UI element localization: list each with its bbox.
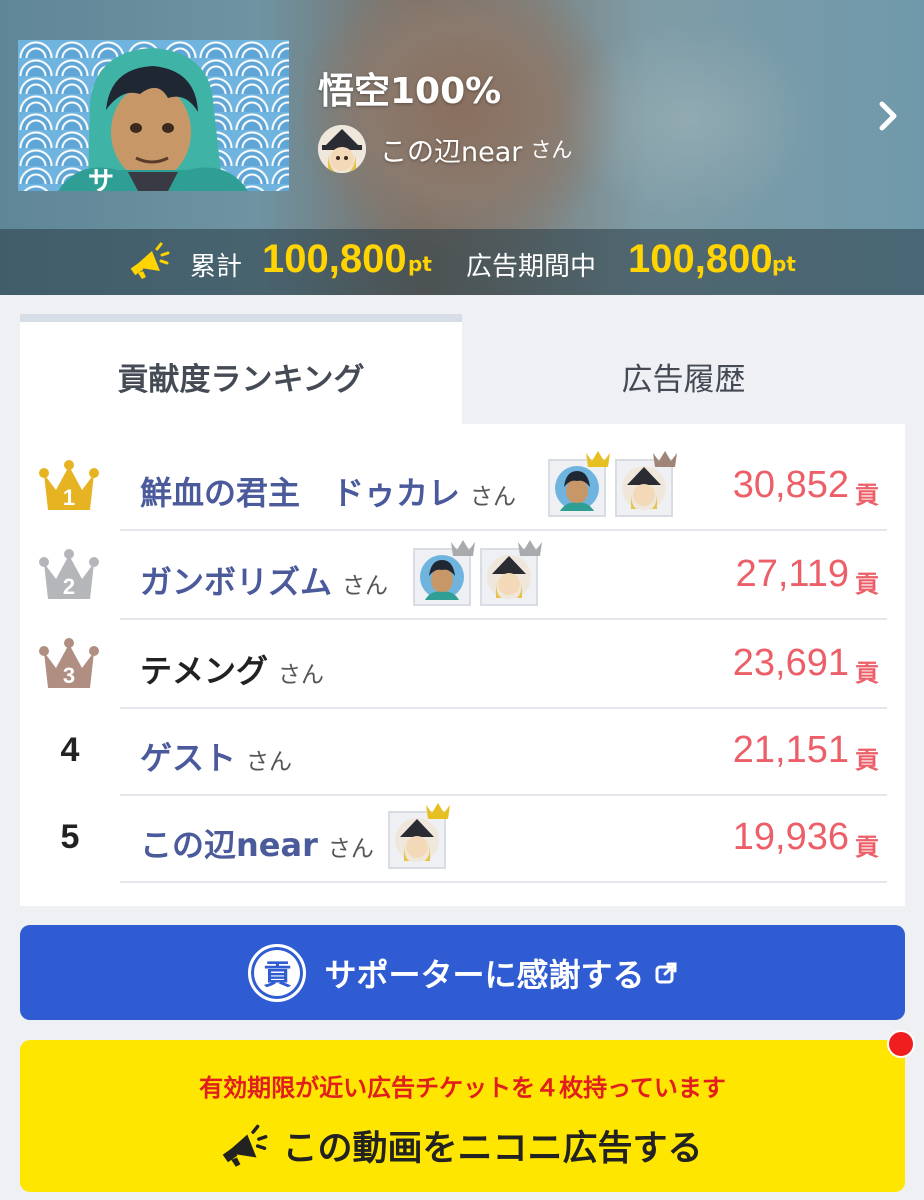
ranking-row[interactable]: 2 ガンボリズム さん 27,119 貢 xyxy=(20,533,905,620)
total-label: 累計 xyxy=(190,252,243,282)
supporter-name[interactable]: この辺near さん xyxy=(140,820,374,866)
tab-label: 貢献度ランキング xyxy=(117,362,365,398)
supporter-name[interactable]: 鮮血の君主 ドゥカレ さん xyxy=(140,468,516,514)
total-unit: pt xyxy=(408,252,432,276)
gold-crown-icon xyxy=(586,451,610,467)
badge-avatar-goku xyxy=(420,555,464,600)
video-title[interactable]: 悟空100% xyxy=(318,62,501,114)
ranking-row[interactable]: 1 鮮血の君主 ドゥカレ さん 30,852 貢 xyxy=(20,444,905,531)
owner-avatar[interactable] xyxy=(318,125,366,173)
megaphone-icon xyxy=(130,242,170,279)
svg-text:サ: サ xyxy=(88,167,114,191)
supporter-name-text[interactable]: 鮮血の君主 ドゥカレ xyxy=(140,474,460,512)
tab-label: 広告履歴 xyxy=(621,362,746,398)
supporter-name-text[interactable]: ゲスト xyxy=(140,739,236,777)
ticket-expiry-notice: 有効期限が近い広告チケットを４枚持っています xyxy=(199,1074,726,1102)
contribution-unit: 貢 xyxy=(855,659,879,687)
row-divider xyxy=(120,618,887,620)
rank-number: 5 xyxy=(60,818,80,856)
rank-number: 1 xyxy=(63,485,75,510)
supporter-name-text[interactable]: ガンボリズム xyxy=(140,563,332,601)
badge-avatar-witch xyxy=(622,466,666,510)
gold-crown-icon xyxy=(426,803,450,819)
supporter-badge-goku[interactable] xyxy=(413,540,475,606)
thank-button-label: サポーターに感謝する xyxy=(324,955,645,994)
nicoad-button[interactable]: 有効期限が近い広告チケットを４枚持っています この動画をニコニ広告する xyxy=(20,1040,905,1192)
silver-crown-icon xyxy=(518,540,542,556)
ad-stats-bar: 累計 100,800 pt 広告期間中 100,800 pt xyxy=(0,229,924,295)
ranking-row[interactable]: 5 この辺near さん 19,936 貢 xyxy=(20,796,905,883)
supporter-name-text: テメング xyxy=(140,652,269,690)
contribution-unit: 貢 xyxy=(855,746,879,774)
honorific: さん xyxy=(246,749,293,775)
silver-crown-icon: 2 xyxy=(39,549,99,599)
rank-number: 3 xyxy=(63,663,75,688)
owner-row[interactable]: この辺near さん xyxy=(318,124,572,174)
nicoad-button-label: この動画をニコニ広告する xyxy=(282,1129,703,1169)
supporter-name[interactable]: ゲスト さん xyxy=(140,733,292,779)
row-divider xyxy=(120,529,887,531)
contribution-unit: 貢 xyxy=(855,481,879,509)
contribution-unit: 貢 xyxy=(855,833,879,861)
supporter-badge-witch[interactable] xyxy=(615,451,677,517)
thumbnail-illustration: サ xyxy=(58,48,248,191)
header-background-blur-2 xyxy=(560,20,820,220)
supporter-name: テメング さん xyxy=(140,646,324,692)
supporter-badge-witch[interactable] xyxy=(480,540,542,606)
contribution-score: 19,936 xyxy=(732,816,849,858)
bronze-crown-icon xyxy=(653,451,677,467)
supporter-badge-witch[interactable] xyxy=(388,803,450,869)
period-value: 100,800 xyxy=(628,237,773,281)
period-label: 広告期間中 xyxy=(466,252,597,282)
contribution-score: 23,691 xyxy=(732,642,849,684)
supporter-name[interactable]: ガンボリズム さん xyxy=(140,557,388,603)
badge-avatar-witch xyxy=(487,555,531,599)
contribution-score: 21,151 xyxy=(732,729,849,771)
contribution-score: 27,119 xyxy=(735,553,849,595)
total-value: 100,800 xyxy=(262,237,407,281)
silver-crown-icon xyxy=(451,540,475,556)
rank-number: 4 xyxy=(60,731,80,769)
notification-dot xyxy=(887,1030,915,1058)
contribution-icon: 貢 xyxy=(248,943,307,1002)
contribution-score: 30,852 xyxy=(732,464,849,506)
nicoad-main: この動画をニコニ広告する xyxy=(20,1120,905,1171)
badge-avatar-witch xyxy=(395,818,439,862)
honorific: さん xyxy=(327,836,374,862)
period-unit: pt xyxy=(772,252,796,276)
ranking-row[interactable]: 3 テメング さん 23,691 貢 xyxy=(20,622,905,709)
ranking-row[interactable]: 4 ゲスト さん 21,151 貢 xyxy=(20,709,905,796)
rank-number: 2 xyxy=(63,574,75,599)
bronze-crown-icon: 3 xyxy=(39,638,99,688)
supporter-badge-goku[interactable] xyxy=(548,451,610,517)
gold-crown-icon: 1 xyxy=(39,460,99,510)
honorific: さん xyxy=(342,573,389,599)
tab-contribution-ranking[interactable]: 貢献度ランキング xyxy=(20,314,462,424)
supporter-name-text[interactable]: この辺near xyxy=(140,826,318,864)
megaphone-icon xyxy=(223,1124,268,1167)
owner-honorific: さん xyxy=(530,138,573,162)
badge-avatar-goku xyxy=(555,466,599,511)
owner-avatar-illustration xyxy=(318,125,366,173)
video-thumbnail[interactable]: サ xyxy=(18,40,289,191)
row-divider xyxy=(120,881,887,883)
owner-name[interactable]: この辺near xyxy=(380,130,522,169)
honorific: さん xyxy=(278,662,325,688)
tab-ad-history[interactable]: 広告履歴 xyxy=(462,314,905,424)
contribution-unit: 貢 xyxy=(855,570,879,598)
chevron-right-icon[interactable] xyxy=(874,100,902,132)
video-header[interactable]: サ 悟空100% この辺near さん 累計 100,800 pt 広告期間中 … xyxy=(0,0,924,295)
honorific: さん xyxy=(470,484,517,510)
external-link-icon xyxy=(655,962,676,983)
thank-supporters-button[interactable]: 貢 サポーターに感謝する xyxy=(20,925,905,1020)
